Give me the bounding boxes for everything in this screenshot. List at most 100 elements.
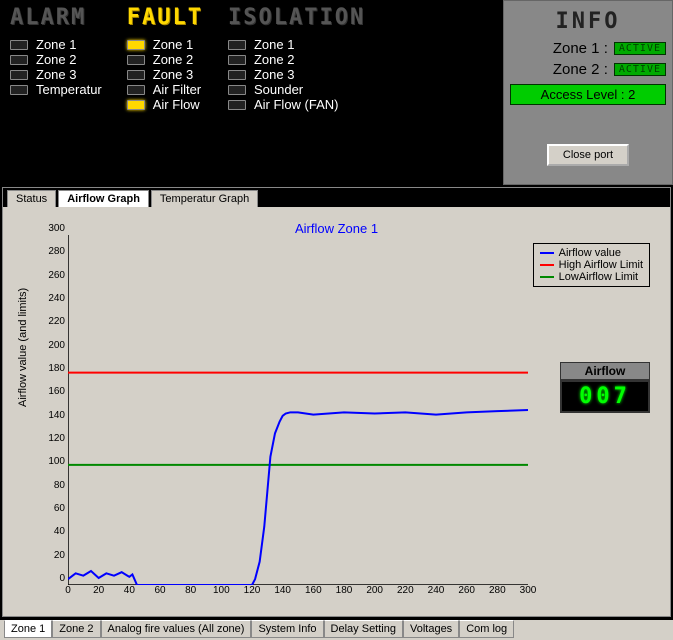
fault-item-0: Zone 1 — [127, 37, 203, 52]
legend-row: Airflow value — [540, 247, 643, 259]
isolation-indicator-0 — [228, 40, 246, 50]
access-level-badge: Access Level : 2 — [510, 84, 666, 105]
alarm-item-2: Zone 3 — [10, 67, 102, 82]
fault-indicator-0 — [127, 40, 145, 50]
isolation-indicator-4 — [228, 100, 246, 110]
info-zone2-label: Zone 2 : — [553, 61, 608, 78]
y-tick: 80 — [35, 480, 65, 491]
isolation-item-0: Zone 1 — [228, 37, 365, 52]
x-tick: 280 — [487, 585, 507, 596]
legend-line-icon — [540, 252, 554, 254]
isolation-indicator-2 — [228, 70, 246, 80]
top-tab-airflow-graph[interactable]: Airflow Graph — [58, 190, 149, 207]
chart-legend: Airflow valueHigh Airflow LimitLowAirflo… — [533, 243, 650, 287]
airflow-display: Airflow 007 — [560, 362, 650, 413]
legend-label: High Airflow Limit — [559, 259, 643, 271]
isolation-label-0: Zone 1 — [254, 37, 294, 52]
alarm-item-0: Zone 1 — [10, 37, 102, 52]
fault-header: FAULT — [127, 5, 203, 30]
status-columns: ALARM Zone 1Zone 2Zone 3Temperatur FAULT… — [0, 0, 503, 185]
zone2-status-badge: ACTIVE — [614, 63, 666, 76]
y-tick: 280 — [35, 246, 65, 257]
isolation-header: ISOLATION — [228, 5, 365, 30]
isolation-label-1: Zone 2 — [254, 52, 294, 67]
legend-row: LowAirflow Limit — [540, 271, 643, 283]
chart-title: Airflow Zone 1 — [295, 221, 378, 236]
x-tick: 40 — [119, 585, 139, 596]
y-axis: 0204060801001201401601802002202402602803… — [35, 228, 65, 586]
fault-item-1: Zone 2 — [127, 52, 203, 67]
fault-item-2: Zone 3 — [127, 67, 203, 82]
top-tabs: StatusAirflow GraphTemperatur Graph — [3, 188, 670, 207]
y-tick: 300 — [35, 223, 65, 234]
y-tick: 160 — [35, 386, 65, 397]
alarm-indicator-3 — [10, 85, 28, 95]
fault-column: FAULT Zone 1Zone 2Zone 3Air FilterAir Fl… — [127, 5, 203, 180]
y-tick: 20 — [35, 550, 65, 561]
x-tick: 300 — [518, 585, 538, 596]
alarm-label-1: Zone 2 — [36, 52, 76, 67]
fault-item-3: Air Filter — [127, 82, 203, 97]
info-title: INFO — [510, 9, 666, 34]
bottom-tab-com-log[interactable]: Com log — [459, 620, 514, 638]
x-tick: 220 — [395, 585, 415, 596]
alarm-label-3: Temperatur — [36, 82, 102, 97]
alarm-indicator-2 — [10, 70, 28, 80]
bottom-tab-analog-fire-values-all-zone-[interactable]: Analog fire values (All zone) — [101, 620, 252, 638]
fault-label-0: Zone 1 — [153, 37, 193, 52]
y-tick: 40 — [35, 526, 65, 537]
isolation-column: ISOLATION Zone 1Zone 2Zone 3SounderAir F… — [228, 5, 365, 180]
info-zone2-row: Zone 2 : ACTIVE — [510, 61, 666, 78]
x-tick: 180 — [334, 585, 354, 596]
legend-line-icon — [540, 264, 554, 266]
alarm-label-0: Zone 1 — [36, 37, 76, 52]
bottom-tab-zone-1[interactable]: Zone 1 — [4, 620, 52, 638]
isolation-label-4: Air Flow (FAN) — [254, 97, 339, 112]
x-tick: 140 — [273, 585, 293, 596]
bottom-tab-system-info[interactable]: System Info — [251, 620, 323, 638]
y-tick: 60 — [35, 503, 65, 514]
top-tab-temperatur-graph[interactable]: Temperatur Graph — [151, 190, 258, 207]
fault-label-2: Zone 3 — [153, 67, 193, 82]
bottom-tab-delay-setting[interactable]: Delay Setting — [324, 620, 403, 638]
y-tick: 120 — [35, 433, 65, 444]
isolation-item-3: Sounder — [228, 82, 365, 97]
x-tick: 260 — [457, 585, 477, 596]
y-tick: 0 — [35, 573, 65, 584]
x-tick: 160 — [303, 585, 323, 596]
y-tick: 180 — [35, 363, 65, 374]
isolation-item-2: Zone 3 — [228, 67, 365, 82]
x-tick: 60 — [150, 585, 170, 596]
isolation-item-4: Air Flow (FAN) — [228, 97, 365, 112]
close-port-button[interactable]: Close port — [547, 144, 629, 166]
bottom-tab-zone-2[interactable]: Zone 2 — [52, 620, 100, 638]
y-axis-label: Airflow value (and limits) — [17, 288, 29, 407]
y-tick: 220 — [35, 316, 65, 327]
y-tick: 100 — [35, 456, 65, 467]
top-tab-status[interactable]: Status — [7, 190, 56, 207]
alarm-label-2: Zone 3 — [36, 67, 76, 82]
fault-label-1: Zone 2 — [153, 52, 193, 67]
isolation-indicator-1 — [228, 55, 246, 65]
legend-row: High Airflow Limit — [540, 259, 643, 271]
info-panel: INFO Zone 1 : ACTIVE Zone 2 : ACTIVE Acc… — [503, 0, 673, 185]
legend-line-icon — [540, 276, 554, 278]
bottom-tab-voltages[interactable]: Voltages — [403, 620, 459, 638]
isolation-indicator-3 — [228, 85, 246, 95]
isolation-label-3: Sounder — [254, 82, 303, 97]
chart-area: Airflow Zone 1 Airflow value (and limits… — [3, 207, 670, 615]
x-tick: 120 — [242, 585, 262, 596]
fault-indicator-1 — [127, 55, 145, 65]
plot-area — [68, 235, 528, 585]
y-tick: 200 — [35, 340, 65, 351]
info-zone1-label: Zone 1 : — [553, 40, 608, 57]
zone1-status-badge: ACTIVE — [614, 42, 666, 55]
legend-label: LowAirflow Limit — [559, 271, 638, 283]
alarm-item-1: Zone 2 — [10, 52, 102, 67]
airflow-display-value: 007 — [560, 380, 650, 413]
y-tick: 240 — [35, 293, 65, 304]
x-tick: 100 — [211, 585, 231, 596]
x-tick: 0 — [58, 585, 78, 596]
fault-indicator-2 — [127, 70, 145, 80]
fault-indicator-3 — [127, 85, 145, 95]
